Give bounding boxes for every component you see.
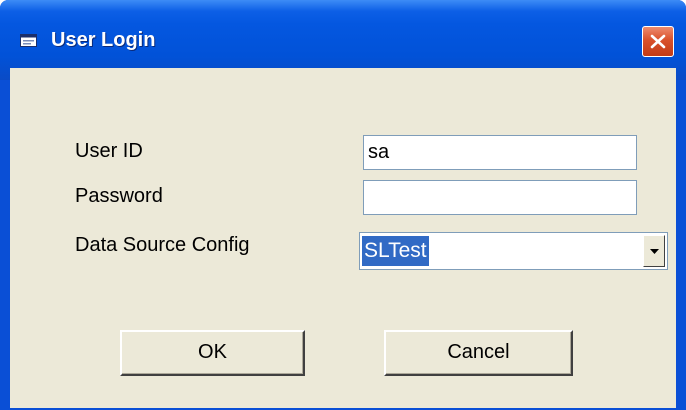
ok-button[interactable]: OK — [120, 330, 305, 376]
user-id-field[interactable]: sa — [363, 135, 637, 170]
data-source-label: Data Source Config — [75, 234, 250, 256]
dialog-body: User ID sa Password Data Source Config S… — [10, 68, 676, 408]
login-dialog: User Login User ID sa Password Data Sour… — [0, 0, 686, 410]
cancel-button[interactable]: Cancel — [384, 330, 573, 376]
user-id-label: User ID — [75, 140, 143, 162]
data-source-select[interactable]: SLTest — [359, 232, 668, 270]
data-source-selected-value: SLTest — [362, 236, 429, 266]
dropdown-button[interactable] — [643, 235, 665, 267]
password-label: Password — [75, 185, 163, 207]
window-title: User Login — [51, 29, 156, 51]
window-app-icon — [20, 34, 37, 47]
close-button[interactable] — [642, 26, 674, 57]
password-field[interactable] — [363, 180, 637, 215]
